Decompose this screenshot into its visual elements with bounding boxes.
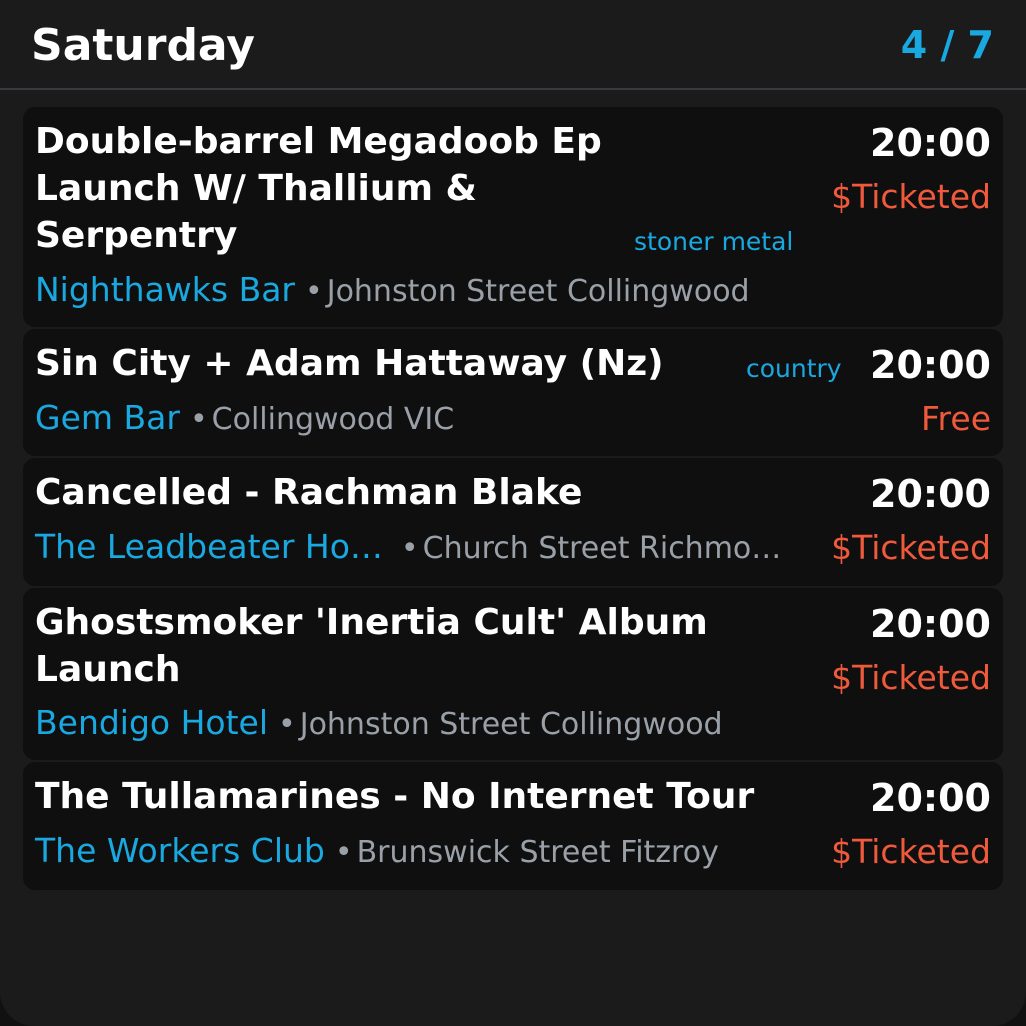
event-venue-line: Bendigo Hotel • Johnston Street Collingwoo… xyxy=(35,703,723,745)
venue-link[interactable]: Nighthawks Bar xyxy=(35,270,295,309)
event-card[interactable]: Cancelled - Rachman Blake 20:00 $Tickete… xyxy=(23,458,1003,586)
venue-link[interactable]: Gem Bar xyxy=(35,398,180,437)
event-venue-line: The Workers Club • Brunswick Street Fitzro… xyxy=(35,831,719,873)
page-counter: 4 / 7 xyxy=(900,23,994,67)
event-venue-line: The Leadbeater Ho… • Church Street Richmo… xyxy=(35,527,781,569)
event-price: Free xyxy=(920,399,991,438)
venue-link[interactable]: The Leadbeater Ho… xyxy=(35,527,383,566)
event-time: 20:00 xyxy=(870,776,991,820)
event-list: Double-barrel Megadoob Ep Launch W/ Thal… xyxy=(23,107,1003,892)
event-price: $Ticketed xyxy=(831,177,991,216)
venue-location: Johnston Street Collingwood xyxy=(299,707,723,742)
event-price: $Ticketed xyxy=(831,832,991,871)
event-venue-line: Gem Bar • Collingwood VIC xyxy=(35,398,454,440)
venue-location: Brunswick Street Fitzroy xyxy=(356,835,719,870)
header: Saturday 4 / 7 xyxy=(0,0,1026,90)
venue-location: Collingwood VIC xyxy=(211,402,455,437)
event-title: Ghostsmoker 'Inertia Cult' Album Launch xyxy=(35,602,708,690)
event-listing-screen: Saturday 4 / 7 Double-barrel Megadoob Ep… xyxy=(0,0,1026,1026)
event-price: $Ticketed xyxy=(831,658,991,697)
event-genre: country xyxy=(746,354,842,383)
venue-link[interactable]: The Workers Club xyxy=(35,831,325,870)
event-title: Double-barrel Megadoob Ep Launch W/ Thal… xyxy=(35,121,602,256)
separator-dot: • xyxy=(334,835,353,870)
event-card[interactable]: Ghostsmoker 'Inertia Cult' Album Launch … xyxy=(23,588,1003,760)
venue-location: Johnston Street Collingwood xyxy=(326,274,750,309)
separator-dot: • xyxy=(278,707,296,742)
event-time: 20:00 xyxy=(870,602,991,646)
separator-dot: • xyxy=(305,274,323,309)
event-title: Sin City + Adam Hattaway (Nz) xyxy=(35,343,664,384)
event-time: 20:00 xyxy=(870,343,991,387)
event-time: 20:00 xyxy=(870,121,991,165)
event-card[interactable]: Sin City + Adam Hattaway (Nz) 20:00 coun… xyxy=(23,329,1003,456)
event-title: The Tullamarines - No Internet Tour xyxy=(35,776,755,817)
event-venue-line: Nighthawks Bar • Johnston Street Collingwo… xyxy=(35,270,750,312)
venue-location: Church Street Richmo… xyxy=(422,531,782,566)
event-price: $Ticketed xyxy=(831,528,991,567)
event-card[interactable]: Double-barrel Megadoob Ep Launch W/ Thal… xyxy=(23,107,1003,327)
venue-link[interactable]: Bendigo Hotel xyxy=(35,703,268,742)
event-time: 20:00 xyxy=(870,472,991,516)
event-genre: stoner metal xyxy=(634,227,794,256)
separator-dot: • xyxy=(189,402,208,437)
event-title: Cancelled - Rachman Blake xyxy=(35,472,583,513)
day-title: Saturday xyxy=(31,20,255,71)
event-card[interactable]: The Tullamarines - No Internet Tour 20:0… xyxy=(23,762,1003,890)
separator-dot: • xyxy=(400,531,419,566)
